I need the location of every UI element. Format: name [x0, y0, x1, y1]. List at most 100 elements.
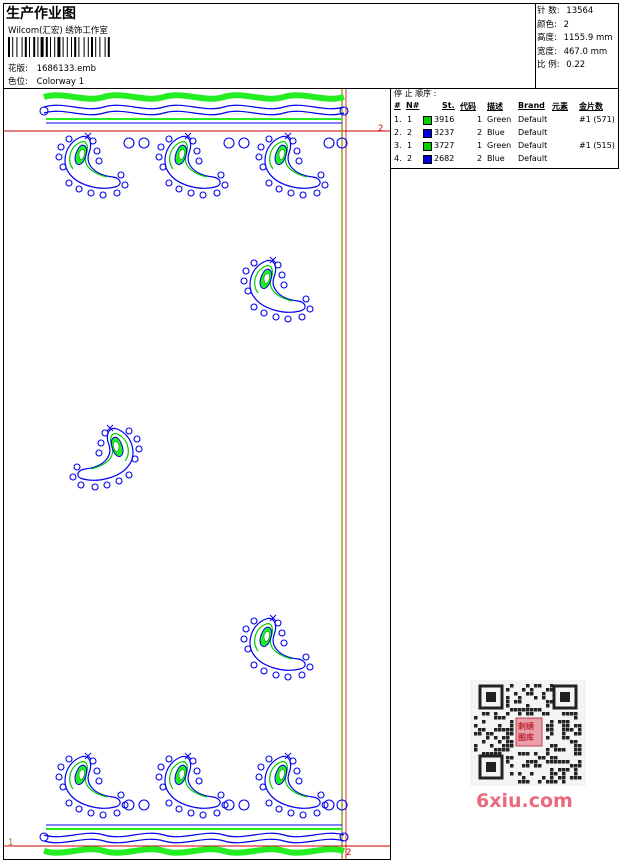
table-row: 3. 1 3727 1 Green Default #1 (515)	[392, 141, 618, 154]
qr-badge-text: 刺绣图库	[518, 722, 534, 742]
barcode-bar	[54, 37, 56, 57]
qr-module	[538, 708, 542, 712]
qr-module	[490, 744, 494, 748]
barcode-bar	[78, 37, 80, 57]
page-title: 生产作业图	[6, 6, 76, 22]
qr-module	[574, 740, 578, 744]
qr-module	[522, 708, 526, 712]
qr-module	[498, 724, 502, 728]
barcode-bar	[87, 37, 89, 57]
qr-module	[578, 724, 582, 728]
qr-module	[518, 780, 522, 784]
qr-module	[526, 708, 530, 712]
qr-module	[510, 756, 514, 760]
qr-module	[534, 764, 538, 768]
qr-module	[510, 732, 514, 736]
stats-panel: 针 数: 13564 颜色: 2 高度: 1155.9 mm 宽度: 467.0…	[537, 4, 619, 72]
color-swatch	[423, 129, 432, 138]
qr-module	[502, 716, 506, 720]
row-n: 1	[407, 115, 413, 124]
row-desc: Green	[487, 115, 512, 124]
qr-module	[550, 780, 554, 784]
qr-module	[486, 712, 490, 716]
barcode-bar	[62, 37, 64, 57]
qr-module	[546, 736, 550, 740]
qr-module	[474, 732, 478, 736]
col-stitches: St.	[442, 101, 455, 110]
sequence-title-row: 停 止 顺序 :	[392, 88, 618, 101]
qr-module	[578, 776, 582, 780]
qr-module	[502, 744, 506, 748]
qr-module	[482, 740, 486, 744]
qr-module	[522, 688, 526, 692]
qr-module	[558, 776, 562, 780]
qr-module	[562, 760, 566, 764]
barcode-bar	[107, 37, 110, 57]
qr-module	[558, 760, 562, 764]
qr-module	[574, 712, 578, 716]
col-element: 元素	[552, 102, 568, 111]
qr-module	[578, 764, 582, 768]
qr-module	[534, 760, 538, 764]
row-stitches: 3727	[434, 141, 455, 150]
sequence-title: 停 止 顺序 :	[394, 89, 437, 98]
qr-module	[514, 700, 518, 704]
qr-module	[510, 684, 514, 688]
qr-module	[562, 772, 566, 776]
row-brand: Default	[518, 128, 548, 137]
qr-module	[546, 780, 550, 784]
row-brand: Default	[518, 115, 548, 124]
qr-module	[530, 772, 534, 776]
stat-colors: 颜色: 2	[537, 18, 619, 32]
qr-module	[550, 760, 554, 764]
qr-module	[542, 692, 546, 696]
qr-module	[546, 700, 550, 704]
stat-value: 2	[563, 19, 569, 30]
barcode-bar	[66, 37, 68, 57]
qr-module	[522, 780, 526, 784]
stat-label: 针 数:	[537, 6, 560, 16]
qr-module	[526, 760, 530, 764]
qr-module	[554, 756, 558, 760]
qr-module	[482, 728, 486, 732]
row-index: 1.	[394, 115, 402, 124]
row-index: 2.	[394, 128, 402, 137]
qr-module	[546, 752, 550, 756]
row-desc: Blue	[487, 128, 505, 137]
row-index: 4.	[394, 154, 402, 163]
qr-module	[546, 712, 550, 716]
qr-module	[518, 772, 522, 776]
qr-module	[506, 712, 510, 716]
qr-module	[506, 736, 510, 740]
qr-module	[530, 708, 534, 712]
row-sequins: #1 (571)	[579, 115, 615, 124]
qr-module	[562, 776, 566, 780]
qr-module	[558, 768, 562, 772]
qr-module	[486, 736, 490, 740]
qr-module	[510, 740, 514, 744]
qr-module	[494, 716, 498, 720]
qr-module	[566, 760, 570, 764]
qr-module	[498, 716, 502, 720]
colorway-value: Colorway 1	[36, 77, 85, 87]
qr-module	[554, 772, 558, 776]
stat-label: 比 例:	[537, 60, 560, 70]
qr-module	[518, 700, 522, 704]
qr-module	[526, 780, 530, 784]
qr-module	[506, 744, 510, 748]
qr-module	[550, 744, 554, 748]
qr-module	[558, 748, 562, 752]
qr-module	[566, 720, 570, 724]
barcode-bar	[104, 37, 106, 57]
qr-module	[562, 748, 566, 752]
qr-module	[534, 696, 538, 700]
qr-module	[494, 728, 498, 732]
qr-module	[574, 768, 578, 772]
qr-module	[482, 712, 486, 716]
barcode-bar	[21, 37, 23, 57]
qr-module	[562, 732, 566, 736]
qr-module	[578, 732, 582, 736]
qr-module	[506, 740, 510, 744]
row-stitches: 2682	[434, 154, 455, 163]
qr-module	[570, 764, 574, 768]
